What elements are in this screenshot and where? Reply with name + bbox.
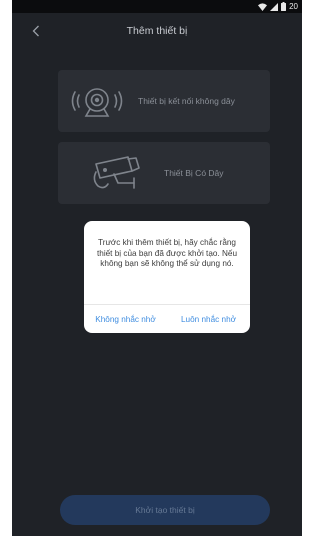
signal-icon (270, 2, 279, 11)
initialize-device-button[interactable]: Khởi tạo thiết bị (60, 495, 270, 525)
wireless-device-label: Thiết bị kết nối không dây (138, 96, 235, 106)
wireless-camera-icon (62, 78, 132, 124)
battery-icon (281, 2, 287, 11)
status-time: 20 (289, 2, 298, 11)
wireless-device-option[interactable]: Thiết bị kết nối không dây (58, 70, 270, 132)
wired-device-option[interactable]: Thiết Bị Có Dây (58, 142, 270, 204)
app-bar: Thêm thiết bị (12, 13, 302, 53)
wifi-icon (258, 2, 268, 11)
app-screen: 20 Thêm thiết bị Thiết bị kết nối không … (12, 0, 302, 536)
wired-camera-icon (88, 150, 158, 196)
always-remind-button[interactable]: Luôn nhắc nhở (167, 305, 250, 333)
dialog-message: Trước khi thêm thiết bị, hãy chắc rằng t… (96, 238, 238, 269)
page-title: Thêm thiết bị (126, 25, 188, 37)
dont-remind-button[interactable]: Không nhắc nhở (84, 305, 167, 333)
status-bar: 20 (12, 0, 302, 13)
wired-device-label: Thiết Bị Có Dây (164, 168, 224, 178)
init-reminder-dialog: Trước khi thêm thiết bị, hãy chắc rằng t… (84, 221, 250, 333)
